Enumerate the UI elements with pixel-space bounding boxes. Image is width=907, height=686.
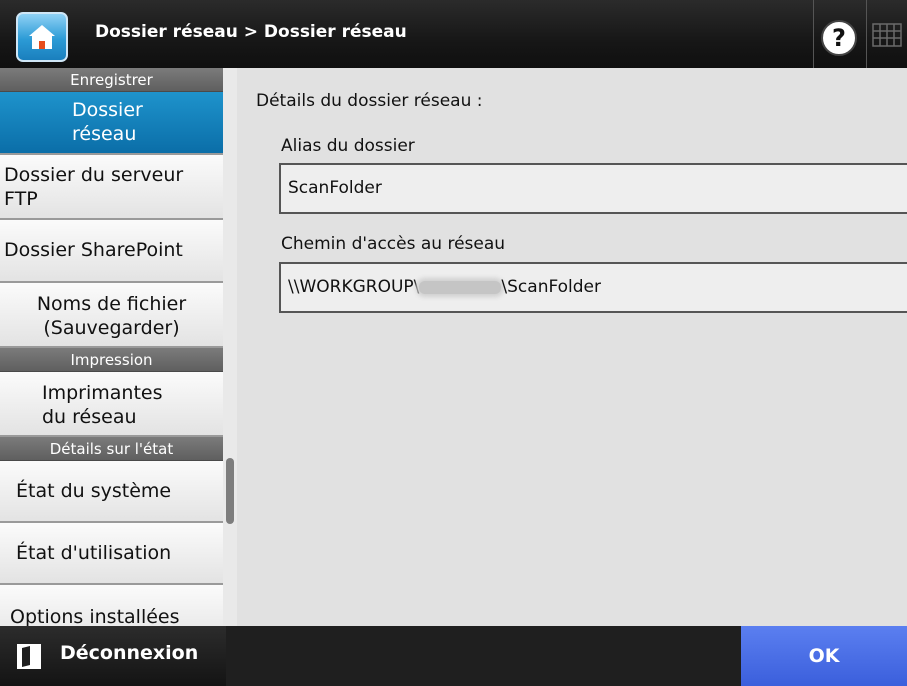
sidebar-scrollbar-thumb[interactable] xyxy=(226,458,234,524)
sidebar-item-noms-de-fichier[interactable]: Noms de fichier (Sauvegarder) xyxy=(0,283,223,348)
page-title: Dossier réseau > Dossier réseau xyxy=(95,22,407,42)
alias-label: Alias du dossier xyxy=(281,136,415,156)
bottom-bar: Déconnexion OK xyxy=(0,626,907,686)
sidebar-item-dossier-reseau[interactable]: Dossier réseau xyxy=(0,92,223,155)
logout-button[interactable]: Déconnexion xyxy=(0,626,226,686)
sidebar-item-options-installees[interactable]: Options installées xyxy=(0,585,223,626)
sidebar-item-dossier-ftp[interactable]: Dossier du serveur FTP xyxy=(0,155,223,220)
section-header-details-etat: Détails sur l'état xyxy=(0,437,223,461)
redacted-computer-name xyxy=(419,280,502,294)
sidebar-item-etat-systeme[interactable]: État du système xyxy=(0,461,223,523)
sidebar-item-imprimantes[interactable]: Imprimantes du réseau xyxy=(0,372,223,437)
home-button[interactable] xyxy=(16,12,68,62)
question-circle-icon: ? xyxy=(821,20,857,56)
logout-label: Déconnexion xyxy=(60,642,199,664)
top-bar: Dossier réseau > Dossier réseau ? xyxy=(0,0,907,68)
header-divider xyxy=(866,0,867,68)
header-divider xyxy=(813,0,814,68)
sidebar-scrollbar-track[interactable] xyxy=(223,68,237,626)
sidebar: Enregistrer Dossier réseau Dossier du se… xyxy=(0,68,237,626)
sidebar-menu: Enregistrer Dossier réseau Dossier du se… xyxy=(0,68,223,626)
section-heading: Détails du dossier réseau : xyxy=(256,91,483,111)
keyboard-button[interactable] xyxy=(870,18,904,52)
section-header-enregistrer: Enregistrer xyxy=(0,68,223,92)
sidebar-item-etat-utilisation[interactable]: État d'utilisation xyxy=(0,523,223,585)
logout-door-icon xyxy=(17,644,41,669)
help-button[interactable]: ? xyxy=(818,17,860,59)
svg-text:?: ? xyxy=(832,24,846,52)
home-icon xyxy=(29,25,55,49)
alias-field[interactable]: ScanFolder xyxy=(279,163,907,214)
section-header-impression: Impression xyxy=(0,348,223,372)
sidebar-item-dossier-sharepoint[interactable]: Dossier SharePoint xyxy=(0,220,223,283)
ok-button[interactable]: OK xyxy=(741,626,907,686)
network-path-prefix: \\WORKGROUP\ xyxy=(288,277,420,297)
network-path-suffix: \ScanFolder xyxy=(501,277,601,297)
network-path-field[interactable]: \\WORKGROUP\ \ScanFolder xyxy=(279,262,907,313)
keyboard-icon xyxy=(872,23,902,47)
network-path-label: Chemin d'accès au réseau xyxy=(281,234,506,254)
main-panel: Détails du dossier réseau : Alias du dos… xyxy=(237,68,907,626)
